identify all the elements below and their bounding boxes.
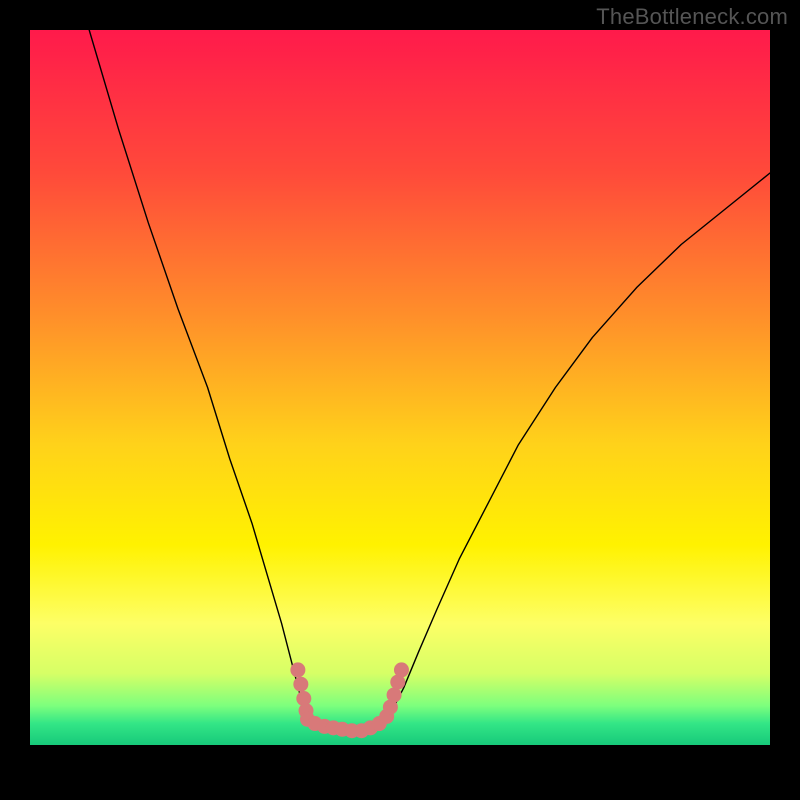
overlay-dot <box>293 677 308 692</box>
overlay-dot <box>290 662 305 677</box>
chart-frame: TheBottleneck.com <box>0 0 800 800</box>
plot-area <box>30 30 770 745</box>
watermark-text: TheBottleneck.com <box>596 4 788 30</box>
gradient-background <box>30 30 770 745</box>
chart-svg <box>30 30 770 745</box>
overlay-dot <box>387 687 402 702</box>
overlay-dot <box>394 662 409 677</box>
